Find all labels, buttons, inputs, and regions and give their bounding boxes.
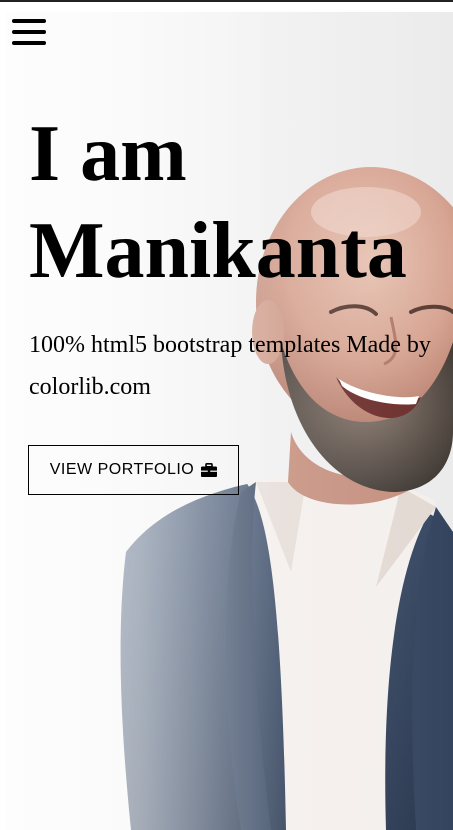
top-border — [0, 0, 453, 2]
briefcase-icon — [201, 463, 218, 477]
headline-line-1: I am — [29, 110, 187, 198]
hero-headline: I am Manikanta — [29, 106, 449, 300]
view-portfolio-button[interactable]: VIEW PORTFOLIO — [28, 445, 239, 495]
headline-line-2: Manikanta — [29, 207, 407, 295]
hero-subtitle: 100% html5 bootstrap templates Made by c… — [29, 332, 431, 400]
hamburger-menu-icon[interactable] — [12, 16, 46, 48]
view-portfolio-label: VIEW PORTFOLIO — [49, 461, 195, 478]
